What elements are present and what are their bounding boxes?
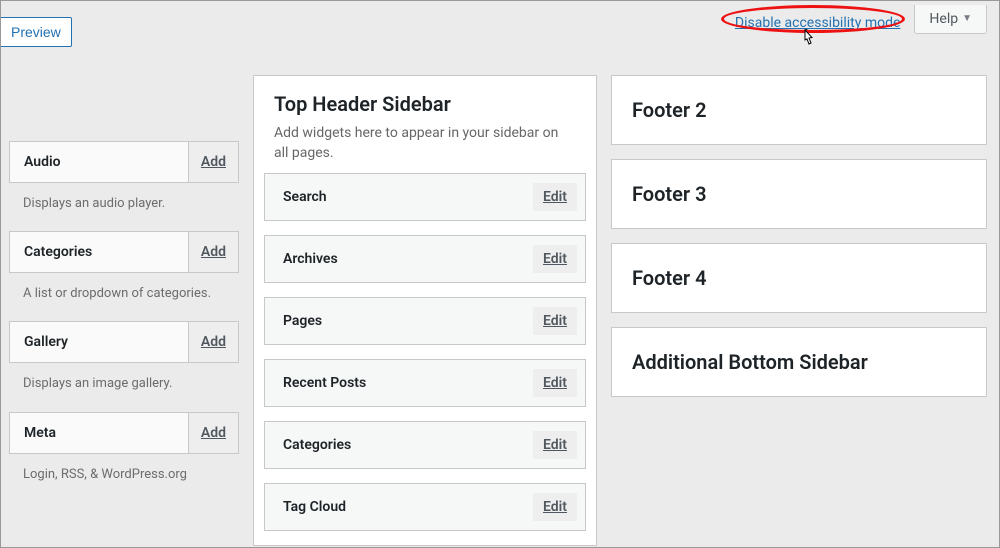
panel-title: Footer 4 [632,266,707,290]
sidebar-panel-footer-2[interactable]: Footer 2 [611,75,987,145]
edit-widget-link[interactable]: Edit [533,493,577,521]
widget-item-name: Tag Cloud [283,499,346,515]
widget-name: Categories [24,244,92,260]
available-widget-meta: Meta Add [9,412,239,454]
caret-down-icon: ▼ [962,13,972,24]
widget-item-recent-posts[interactable]: Recent Posts Edit [264,359,586,407]
widget-item-name: Archives [283,251,338,267]
widget-description: Displays an image gallery. [9,363,239,411]
panel-title: Top Header Sidebar [274,92,576,116]
widget-item-search[interactable]: Search Edit [264,173,586,221]
disable-accessibility-mode-link[interactable]: Disable accessibility mode [731,9,904,37]
widget-item-name: Pages [283,313,322,329]
edit-widget-link[interactable]: Edit [533,431,577,459]
sidebar-panel-footer-3[interactable]: Footer 3 [611,159,987,229]
widgets-columns: Audio Add Displays an audio player. Cate… [9,75,987,547]
add-widget-link[interactable]: Add [188,413,238,453]
available-widgets-column: Audio Add Displays an audio player. Cate… [9,141,239,547]
widget-name: Audio [24,154,61,170]
edit-widget-link[interactable]: Edit [533,183,577,211]
sidebar-panel-top-header: Top Header Sidebar Add widgets here to a… [253,75,597,546]
widget-item-name: Categories [283,437,351,453]
widget-item-archives[interactable]: Archives Edit [264,235,586,283]
panel-title: Footer 2 [632,98,707,122]
help-tab[interactable]: Help ▼ [914,5,987,34]
available-widget-categories: Categories Add [9,231,239,273]
panel-description: Add widgets here to appear in your sideb… [274,124,576,163]
widget-name: Meta [24,425,56,441]
screen-meta-bar: Preview Disable accessibility mode Help … [1,1,999,55]
help-label: Help [929,11,958,27]
panel-title: Additional Bottom Sidebar [632,350,868,374]
widget-item-categories[interactable]: Categories Edit [264,421,586,469]
panel-title: Footer 3 [632,182,707,206]
sidebar-panel-additional-bottom[interactable]: Additional Bottom Sidebar [611,327,987,397]
edit-widget-link[interactable]: Edit [533,245,577,273]
sidebar-panel-main-column: Top Header Sidebar Add widgets here to a… [253,75,597,547]
edit-widget-link[interactable]: Edit [533,307,577,335]
widget-item-pages[interactable]: Pages Edit [264,297,586,345]
widget-item-name: Recent Posts [283,375,366,391]
widget-description: Displays an audio player. [9,183,239,231]
available-widget-gallery: Gallery Add [9,321,239,363]
add-widget-link[interactable]: Add [188,232,238,272]
widget-name: Gallery [24,334,68,350]
screen-meta-links: Disable accessibility mode Help ▼ [731,9,987,37]
widget-description: Login, RSS, & WordPress.org [9,454,239,502]
edit-widget-link[interactable]: Edit [533,369,577,397]
add-widget-link[interactable]: Add [188,322,238,362]
preview-button[interactable]: Preview [1,17,72,47]
other-sidebars-column: Footer 2 Footer 3 Footer 4 Additional Bo… [611,75,987,547]
available-widget-audio: Audio Add [9,141,239,183]
widget-description: A list or dropdown of categories. [9,273,239,321]
add-widget-link[interactable]: Add [188,142,238,182]
widget-item-name: Search [283,189,327,205]
widget-item-tag-cloud[interactable]: Tag Cloud Edit [264,483,586,531]
panel-header: Top Header Sidebar Add widgets here to a… [254,76,596,173]
panel-body: Search Edit Archives Edit Pages Edit Rec… [254,173,596,531]
sidebar-panel-footer-4[interactable]: Footer 4 [611,243,987,313]
